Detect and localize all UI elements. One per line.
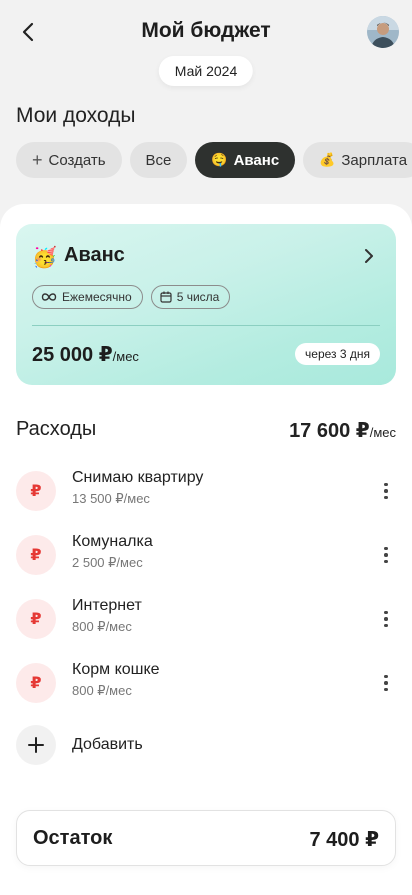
expense-item[interactable]: ₽ Снимаю квартиру 13 500 ₽/мес: [16, 469, 396, 517]
expense-name: Снимаю квартиру: [72, 469, 204, 486]
income-amount-value: 25 000 ₽: [32, 344, 113, 366]
ruble-icon: ₽: [16, 663, 56, 703]
all-incomes-chip[interactable]: Все: [129, 142, 188, 178]
add-expense-button[interactable]: Добавить: [16, 725, 216, 767]
expense-amount: 13 500 ₽/мес: [72, 491, 150, 506]
infinity-icon: [41, 293, 57, 301]
party-face-icon: 🥳: [32, 247, 57, 269]
expense-amount: 800 ₽/мес: [72, 619, 132, 634]
expenses-header: Расходы 17 600 ₽/мес: [16, 418, 396, 446]
balance-value: 7 400 ₽: [309, 829, 379, 851]
user-avatar-icon: [367, 16, 399, 48]
more-vertical-icon[interactable]: [376, 671, 396, 695]
chip-label: Аванс: [233, 151, 280, 169]
ruble-icon: ₽: [16, 535, 56, 575]
avatar[interactable]: [367, 16, 399, 48]
salary-chip[interactable]: 💰 Зарплата: [303, 142, 412, 178]
income-card-title: Аванс: [64, 244, 125, 266]
content-sheet: 🥳 Аванс Ежемесячно 5 числа 25 000 ₽/мес …: [0, 204, 412, 895]
money-bag-icon: 💰: [319, 152, 336, 167]
drooling-face-icon: 🤤: [211, 152, 228, 167]
date-tag: 5 числа: [150, 285, 231, 309]
month-selector[interactable]: Май 2024: [158, 56, 254, 86]
incomes-title: Мои доходы: [16, 104, 136, 127]
plus-icon: [16, 725, 56, 765]
expense-name: Интернет: [72, 597, 142, 614]
expenses-total-value: 17 600 ₽: [289, 420, 370, 442]
expense-name: Корм кошке: [72, 661, 160, 678]
expense-amount: 800 ₽/мес: [72, 683, 132, 698]
expense-amount: 2 500 ₽/мес: [72, 555, 143, 570]
plus-icon: +: [32, 150, 43, 170]
ruble-icon: ₽: [16, 471, 56, 511]
expenses-title: Расходы: [16, 418, 97, 440]
chip-label: Создать: [48, 151, 106, 169]
frequency-label: Ежемесячно: [62, 290, 132, 304]
more-vertical-icon[interactable]: [376, 607, 396, 631]
income-filter-chips: + Создать Все 🤤 Аванс 💰 Зарплата: [16, 142, 412, 178]
divider: [32, 325, 380, 326]
calendar-icon: [160, 291, 172, 303]
due-badge: через 3 дня: [295, 343, 380, 365]
expense-item[interactable]: ₽ Корм кошке 800 ₽/мес: [16, 661, 396, 709]
page-title: Мой бюджет: [141, 19, 271, 42]
more-vertical-icon[interactable]: [376, 479, 396, 503]
date-label: 5 числа: [176, 290, 220, 304]
chip-label: Все: [145, 151, 172, 169]
chevron-right-icon: [365, 249, 373, 263]
income-card[interactable]: 🥳 Аванс Ежемесячно 5 числа 25 000 ₽/мес …: [16, 224, 396, 385]
more-vertical-icon[interactable]: [376, 543, 396, 567]
expenses-total: 17 600 ₽/мес: [289, 418, 396, 443]
income-amount-unit: /мес: [112, 349, 139, 364]
balance-card: Остаток 7 400 ₽: [16, 810, 396, 866]
expenses-total-unit: /мес: [369, 425, 396, 440]
expense-item[interactable]: ₽ Комуналка 2 500 ₽/мес: [16, 533, 396, 581]
balance-label: Остаток: [33, 827, 113, 849]
add-expense-label: Добавить: [72, 736, 143, 753]
ruble-icon: ₽: [16, 599, 56, 639]
expense-item[interactable]: ₽ Интернет 800 ₽/мес: [16, 597, 396, 645]
frequency-tag: Ежемесячно: [32, 285, 143, 309]
app-header: Мой бюджет: [0, 0, 412, 64]
create-income-chip[interactable]: + Создать: [16, 142, 122, 178]
income-amount: 25 000 ₽/мес: [32, 342, 139, 367]
expense-name: Комуналка: [72, 533, 153, 550]
avans-chip[interactable]: 🤤 Аванс: [195, 142, 296, 178]
income-tags: Ежемесячно 5 числа: [32, 285, 231, 309]
chip-label: Зарплата: [341, 151, 408, 169]
